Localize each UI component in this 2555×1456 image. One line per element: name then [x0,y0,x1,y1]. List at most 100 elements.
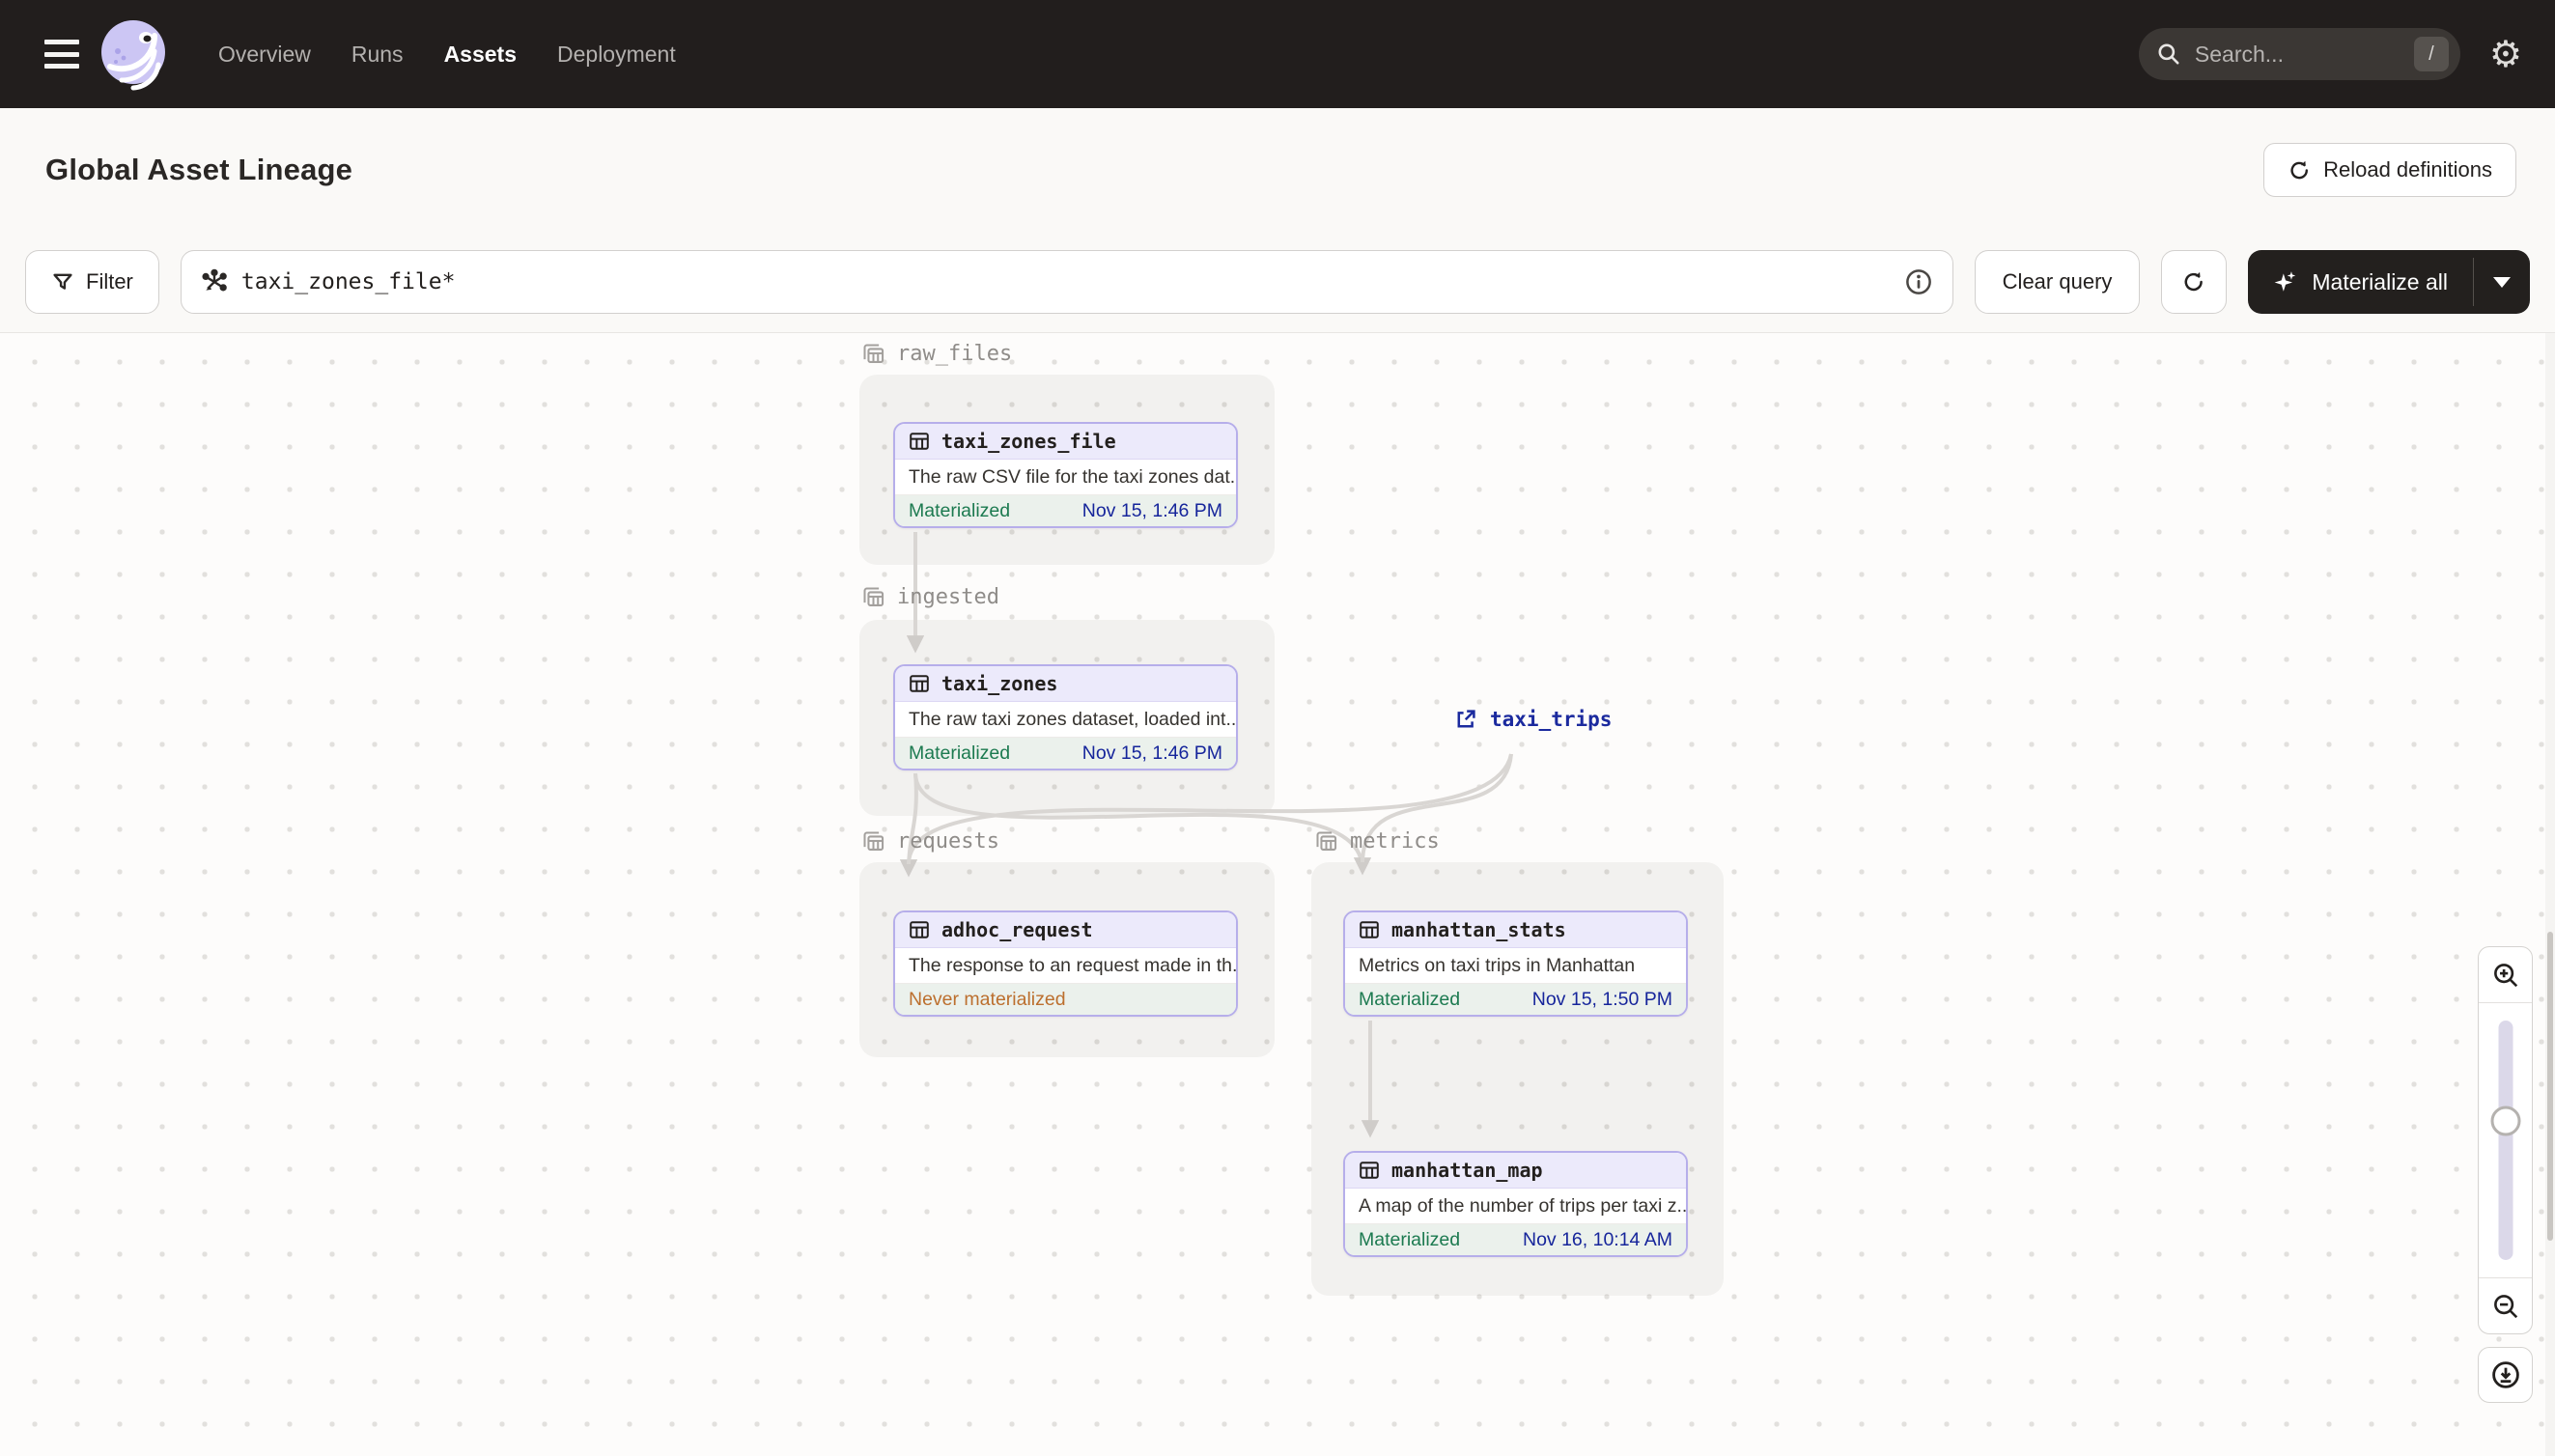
filter-funnel-icon [53,273,72,290]
zoom-out-icon [2493,1294,2517,1318]
table-icon [910,675,929,692]
nav-item-assets[interactable]: Assets [444,42,517,68]
materialization-status: Materialized [909,499,1011,521]
materialization-timestamp: Nov 15, 1:50 PM [1531,988,1672,1010]
asset-description: A map of the number of trips per taxi z.… [1345,1189,1686,1224]
asset-name: adhoc_request [941,918,1093,941]
node-footer: Materialized Nov 16, 10:14 AM [1345,1224,1686,1255]
zoom-in-button[interactable] [2479,947,2532,1003]
node-footer: Materialized Nov 15, 1:46 PM [895,495,1236,526]
group-name: raw_files [897,342,1013,366]
materialization-status: Materialized [1359,1228,1461,1250]
search-placeholder: Search... [2194,41,2284,67]
group-name: ingested [897,585,999,609]
sparkle-icon [2275,271,2296,292]
materialize-all-split-button: Materialize all [2248,250,2530,314]
node-header: taxi_zones [895,666,1236,702]
search-shortcut-key: / [2413,37,2449,71]
asset-node-manhattan-stats[interactable]: manhattan_stats Metrics on taxi trips in… [1343,910,1688,1017]
search-input[interactable]: Search... / [2138,28,2460,80]
page-header: Global Asset Lineage Reload definitions [0,108,2555,232]
asset-name: taxi_zones [941,672,1058,695]
asset-node-manhattan-map[interactable]: manhattan_map A map of the number of tri… [1343,1151,1688,1257]
node-footer: Materialized Nov 15, 1:50 PM [1345,984,1686,1015]
scrollbar-thumb[interactable] [2547,932,2553,1241]
page-title: Global Asset Lineage [45,153,353,186]
materialization-timestamp: Nov 16, 10:14 AM [1522,1228,1672,1250]
query-value: taxi_zones_file* [240,269,456,294]
chevron-down-icon [2493,276,2511,288]
menu-icon[interactable] [44,40,79,69]
asset-description: The raw CSV file for the taxi zones dat.… [895,460,1236,495]
dagster-logo-icon[interactable] [97,16,172,92]
table-icon [910,921,929,938]
group-name: metrics [1350,829,1440,854]
node-footer: Materialized Nov 15, 1:46 PM [895,738,1236,769]
zoom-out-button[interactable] [2479,1277,2532,1333]
materialization-timestamp: Nov 15, 1:46 PM [1081,499,1222,521]
group-tables-icon [1316,831,1337,851]
group-label-raw-files[interactable]: raw_files [860,341,1012,367]
filter-button[interactable]: Filter [25,250,159,314]
asset-description: The response to an request made in th... [895,948,1236,984]
table-icon [1360,1162,1379,1179]
nav-links: Overview Runs Assets Deployment [218,42,676,68]
zoom-controls [2478,946,2533,1334]
materialization-timestamp: Nov 15, 1:46 PM [1081,742,1222,764]
node-footer: Never materialized [895,984,1236,1015]
zoom-slider-track[interactable] [2498,1021,2513,1260]
nav-right: Search... / ⚙ [2138,28,2555,80]
asset-node-taxi-zones[interactable]: taxi_zones The raw taxi zones dataset, l… [893,664,1238,770]
asset-query-input[interactable]: taxi_zones_file* [180,250,1953,314]
reload-definitions-label: Reload definitions [2323,157,2492,182]
group-tables-icon [863,831,884,851]
group-label-metrics[interactable]: metrics [1313,828,1440,854]
lineage-canvas[interactable]: raw_files ingested requests metrics taxi… [0,333,2555,1456]
refresh-graph-button[interactable] [2161,250,2228,314]
materialize-all-button[interactable]: Materialize all [2248,250,2473,314]
export-graph-button[interactable] [2478,1347,2533,1403]
asset-node-taxi-zones-file[interactable]: taxi_zones_file The raw CSV file for the… [893,422,1238,528]
asset-description: Metrics on taxi trips in Manhattan [1345,948,1686,984]
group-name: requests [897,829,999,854]
nav-item-overview[interactable]: Overview [218,42,311,68]
asset-name: manhattan_map [1391,1159,1543,1182]
clear-query-button[interactable]: Clear query [1974,250,2141,314]
materialization-status: Materialized [909,742,1011,764]
reload-definitions-button[interactable]: Reload definitions [2263,143,2516,197]
lineage-query-icon [202,268,227,292]
materialization-status: Never materialized [909,988,1066,1010]
clear-query-label: Clear query [2002,269,2113,294]
zoom-in-icon [2493,963,2517,987]
asset-name: manhattan_stats [1391,918,1566,941]
dagster-app: Overview Runs Assets Deployment Search..… [0,0,2555,1456]
zoom-slider-thumb[interactable] [2490,1106,2520,1136]
asset-node-adhoc-request[interactable]: adhoc_request The response to an request… [893,910,1238,1017]
group-tables-icon [863,344,884,363]
nav-item-deployment[interactable]: Deployment [557,42,676,68]
nav-item-runs[interactable]: Runs [351,42,404,68]
materialization-status: Materialized [1359,988,1461,1010]
node-header: manhattan_map [1345,1153,1686,1189]
top-nav: Overview Runs Assets Deployment Search..… [0,0,2555,108]
table-icon [1360,921,1379,938]
reload-icon [2290,160,2309,179]
lineage-edges [899,532,1513,1138]
external-asset-taxi-trips[interactable]: taxi_trips [1454,708,1612,731]
settings-gear-icon[interactable]: ⚙ [2489,36,2522,72]
table-icon [910,433,929,450]
download-icon [2491,1361,2519,1388]
external-link-icon [1457,710,1475,728]
materialize-all-label: Materialize all [2312,268,2448,294]
refresh-icon [2184,271,2204,292]
node-header: taxi_zones_file [895,424,1236,460]
group-label-requests[interactable]: requests [860,828,999,854]
materialize-options-dropdown[interactable] [2474,250,2530,314]
lineage-toolbar: Filter taxi_zones_file* Clear query Mate… [0,232,2555,333]
zoom-slider[interactable] [2479,1003,2532,1277]
query-info-icon[interactable] [1904,267,1933,296]
scrollbar[interactable] [2545,333,2555,1456]
group-label-ingested[interactable]: ingested [860,584,999,610]
search-icon [2158,43,2179,65]
external-asset-name: taxi_trips [1490,708,1613,731]
